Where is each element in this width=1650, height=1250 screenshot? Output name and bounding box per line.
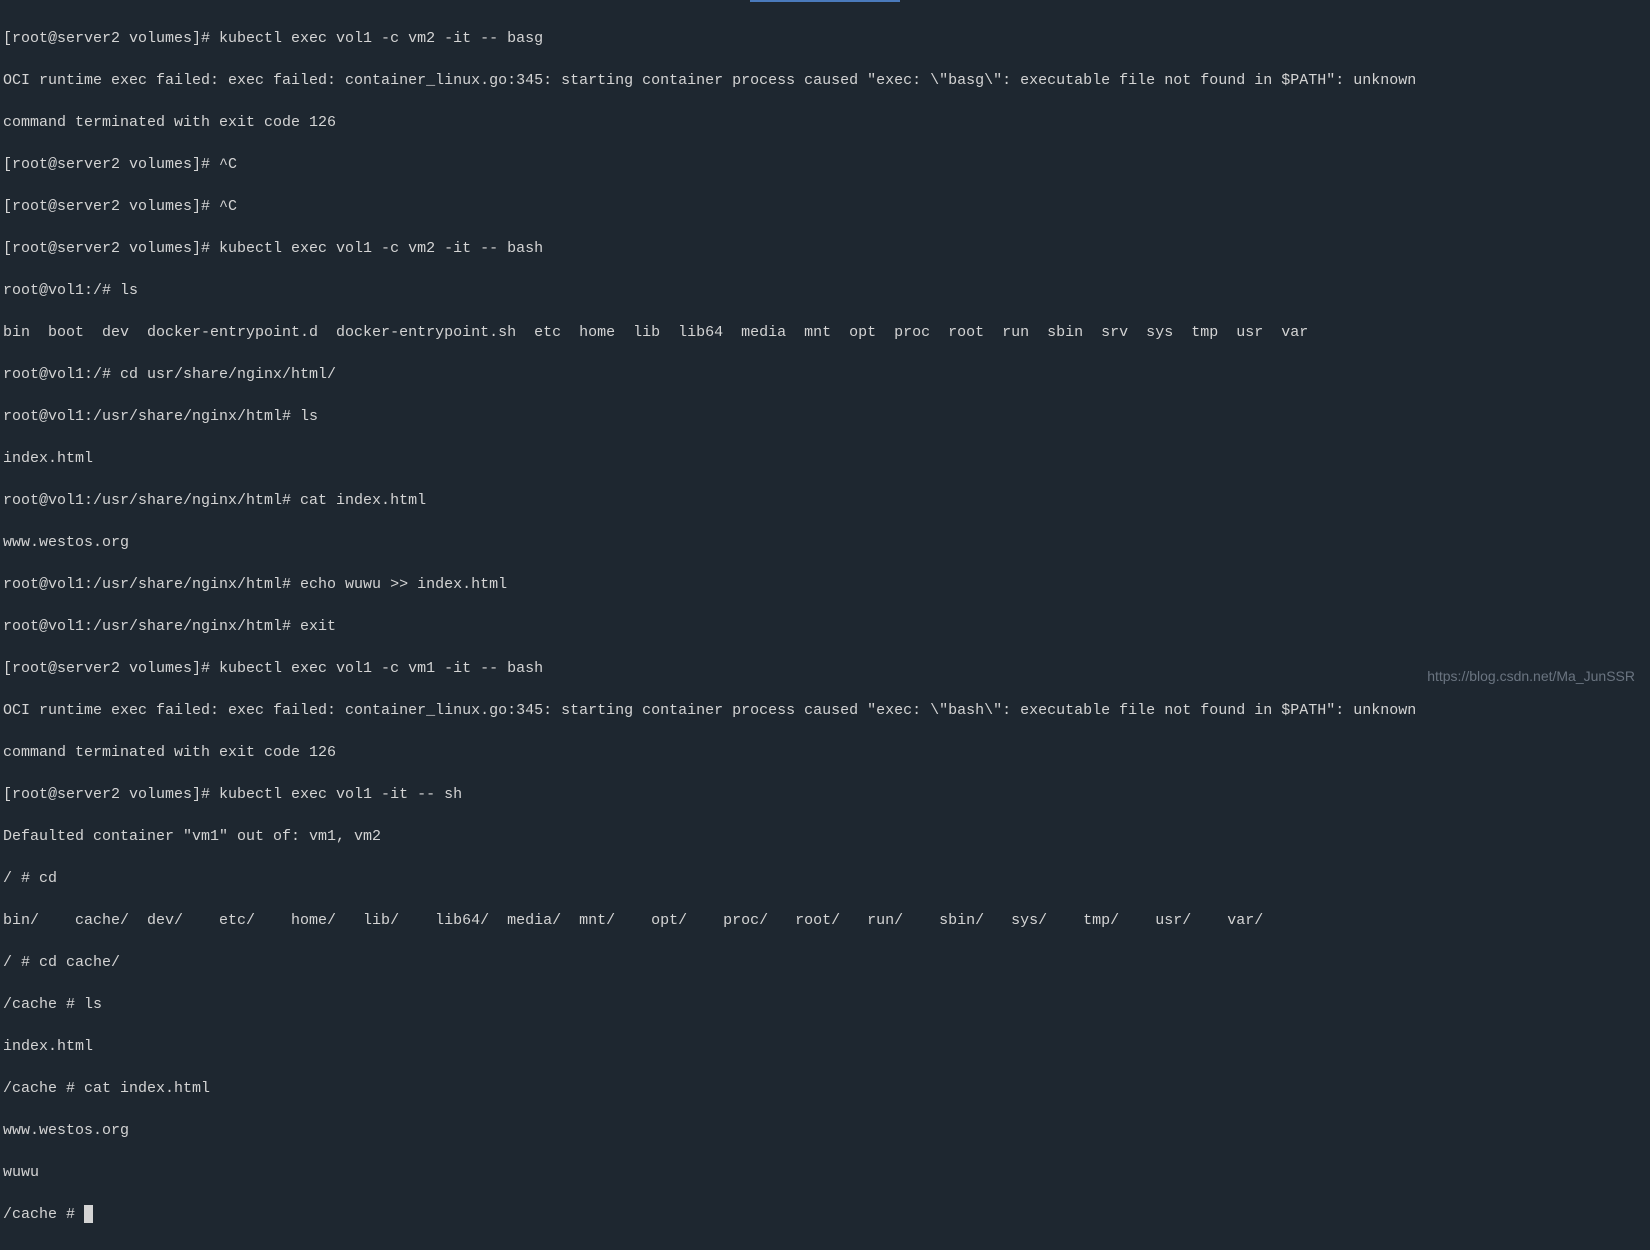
terminal-line: root@vol1:/# cd usr/share/nginx/html/ xyxy=(3,364,1647,385)
terminal-line: command terminated with exit code 126 xyxy=(3,112,1647,133)
terminal-line: [root@server2 volumes]# kubectl exec vol… xyxy=(3,658,1647,679)
terminal-prompt: /cache # xyxy=(3,1206,84,1223)
terminal-line: www.westos.org xyxy=(3,532,1647,553)
watermark-text: https://blog.csdn.net/Ma_JunSSR xyxy=(1427,667,1635,687)
terminal-line: [root@server2 volumes]# kubectl exec vol… xyxy=(3,238,1647,259)
terminal-line: / # cd cache/ xyxy=(3,952,1647,973)
terminal-line: bin boot dev docker-entrypoint.d docker-… xyxy=(3,322,1647,343)
terminal-line: /cache # ls xyxy=(3,994,1647,1015)
terminal-line: command terminated with exit code 126 xyxy=(3,742,1647,763)
terminal-line: root@vol1:/usr/share/nginx/html# echo wu… xyxy=(3,574,1647,595)
window-top-bar xyxy=(0,0,1650,3)
terminal-line: Defaulted container "vm1" out of: vm1, v… xyxy=(3,826,1647,847)
terminal-line: root@vol1:/usr/share/nginx/html# ls xyxy=(3,406,1647,427)
terminal-line: /cache # cat index.html xyxy=(3,1078,1647,1099)
terminal-line: [root@server2 volumes]# ^C xyxy=(3,154,1647,175)
terminal-line: index.html xyxy=(3,448,1647,469)
terminal-line: / # cd xyxy=(3,868,1647,889)
terminal-line: root@vol1:/# ls xyxy=(3,280,1647,301)
terminal-line: bin/ cache/ dev/ etc/ home/ lib/ lib64/ … xyxy=(3,910,1647,931)
terminal-line: OCI runtime exec failed: exec failed: co… xyxy=(3,700,1647,721)
terminal-line: [root@server2 volumes]# ^C xyxy=(3,196,1647,217)
terminal-line: OCI runtime exec failed: exec failed: co… xyxy=(3,70,1647,91)
terminal-line: www.westos.org xyxy=(3,1120,1647,1141)
terminal-line: wuwu xyxy=(3,1162,1647,1183)
terminal-prompt-line[interactable]: /cache # xyxy=(3,1204,1647,1225)
terminal-line: root@vol1:/usr/share/nginx/html# exit xyxy=(3,616,1647,637)
terminal-line: index.html xyxy=(3,1036,1647,1057)
terminal-output[interactable]: [root@server2 volumes]# kubectl exec vol… xyxy=(0,3,1650,1250)
cursor xyxy=(84,1205,93,1223)
terminal-line: [root@server2 volumes]# kubectl exec vol… xyxy=(3,784,1647,805)
terminal-line: [root@server2 volumes]# kubectl exec vol… xyxy=(3,28,1647,49)
terminal-line: root@vol1:/usr/share/nginx/html# cat ind… xyxy=(3,490,1647,511)
